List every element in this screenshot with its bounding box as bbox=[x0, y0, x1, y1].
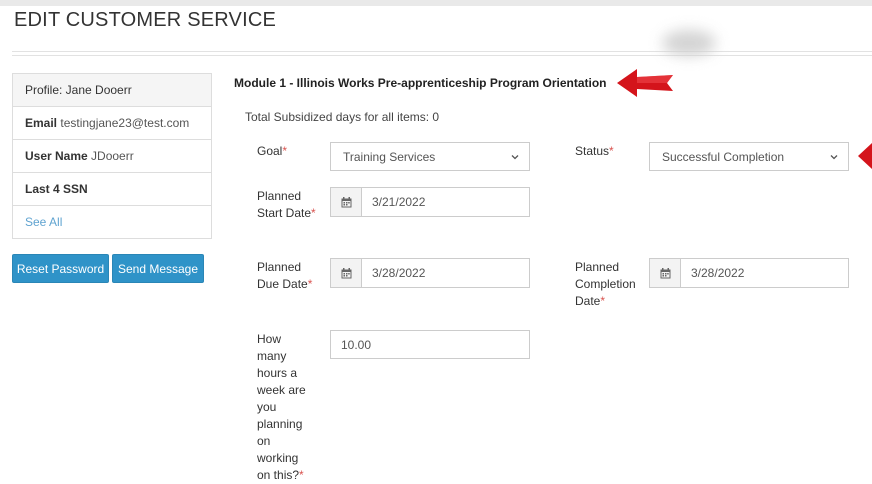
hours-per-week-value: 10.00 bbox=[341, 337, 372, 352]
profile-ssn-row: Last 4 SSN bbox=[13, 172, 211, 205]
planned-due-date-value: 3/28/2022 bbox=[372, 266, 426, 280]
calendar-icon bbox=[660, 267, 670, 278]
username-label: User Name bbox=[25, 149, 88, 163]
top-bar bbox=[0, 0, 872, 6]
planned-start-date-value: 3/21/2022 bbox=[372, 195, 426, 209]
email-value: testingjane23@test.com bbox=[60, 116, 190, 130]
profile-username-row: User Name JDooerr bbox=[13, 139, 211, 172]
planned-completion-required-mark: * bbox=[600, 294, 606, 308]
chevron-down-icon bbox=[511, 154, 519, 159]
planned-completion-label: Planned Completion Date* bbox=[575, 259, 645, 310]
planned-start-label-text: Planned Start Date bbox=[257, 189, 312, 220]
chevron-down-icon bbox=[830, 154, 838, 159]
send-message-button[interactable]: Send Message bbox=[112, 254, 204, 283]
header-divider-2 bbox=[12, 55, 872, 56]
hours-label: How many hours a week are you planning o… bbox=[257, 331, 313, 484]
page-title: EDIT CUSTOMER SERVICE bbox=[14, 9, 277, 31]
username-value: JDooerr bbox=[91, 149, 134, 163]
calendar-button[interactable] bbox=[650, 259, 681, 287]
status-label-text: Status bbox=[575, 144, 610, 158]
goal-selected-value: Training Services bbox=[343, 149, 436, 164]
profile-email-row: Email testingjane23@test.com bbox=[13, 106, 211, 139]
calendar-icon bbox=[341, 196, 351, 207]
goal-label: Goal* bbox=[257, 143, 317, 160]
profile-header: Profile: Jane Dooerr bbox=[13, 74, 211, 106]
hours-per-week-input[interactable]: 10.00 bbox=[330, 330, 530, 359]
status-label: Status* bbox=[575, 143, 635, 160]
calendar-icon bbox=[341, 267, 351, 278]
red-arrow-annotation-icon bbox=[858, 143, 872, 169]
planned-due-date-input[interactable]: 3/28/2022 bbox=[330, 258, 530, 288]
planned-start-label: Planned Start Date* bbox=[257, 188, 317, 222]
planned-completion-label-text: Planned Completion Date bbox=[575, 260, 636, 308]
module-title: Module 1 - Illinois Works Pre-apprentice… bbox=[234, 76, 607, 90]
subsidized-days-text: Total Subsidized days for all items: 0 bbox=[245, 110, 440, 124]
status-selected-value: Successful Completion bbox=[662, 149, 785, 164]
planned-completion-date-value: 3/28/2022 bbox=[691, 266, 745, 280]
profile-see-all-row: See All bbox=[13, 205, 211, 238]
planned-completion-date-input[interactable]: 3/28/2022 bbox=[649, 258, 849, 288]
header-divider bbox=[12, 51, 872, 52]
hours-required-mark: * bbox=[299, 468, 304, 482]
ssn-label: Last 4 SSN bbox=[25, 182, 88, 196]
goal-required-mark: * bbox=[282, 144, 288, 158]
see-all-link[interactable]: See All bbox=[25, 215, 62, 229]
blurred-region bbox=[662, 30, 716, 56]
status-select[interactable]: Successful Completion bbox=[649, 142, 849, 171]
planned-due-label: Planned Due Date* bbox=[257, 259, 317, 293]
profile-name: Profile: Jane Dooerr bbox=[25, 83, 132, 97]
red-arrow-annotation-icon bbox=[617, 69, 673, 97]
calendar-button[interactable] bbox=[331, 259, 362, 287]
planned-start-date-input[interactable]: 3/21/2022 bbox=[330, 187, 530, 217]
email-label: Email bbox=[25, 116, 58, 130]
planned-start-required-mark: * bbox=[311, 206, 316, 220]
calendar-button[interactable] bbox=[331, 188, 362, 216]
reset-password-button[interactable]: Reset Password bbox=[12, 254, 109, 283]
goal-select[interactable]: Training Services bbox=[330, 142, 530, 171]
status-required-mark: * bbox=[609, 144, 614, 158]
profile-panel: Profile: Jane Dooerr Email testingjane23… bbox=[12, 73, 212, 239]
hours-label-text: How many hours a week are you planning o… bbox=[257, 332, 306, 482]
planned-due-label-text: Planned Due Date bbox=[257, 260, 308, 291]
goal-label-text: Goal bbox=[257, 144, 283, 158]
planned-due-required-mark: * bbox=[307, 277, 313, 291]
